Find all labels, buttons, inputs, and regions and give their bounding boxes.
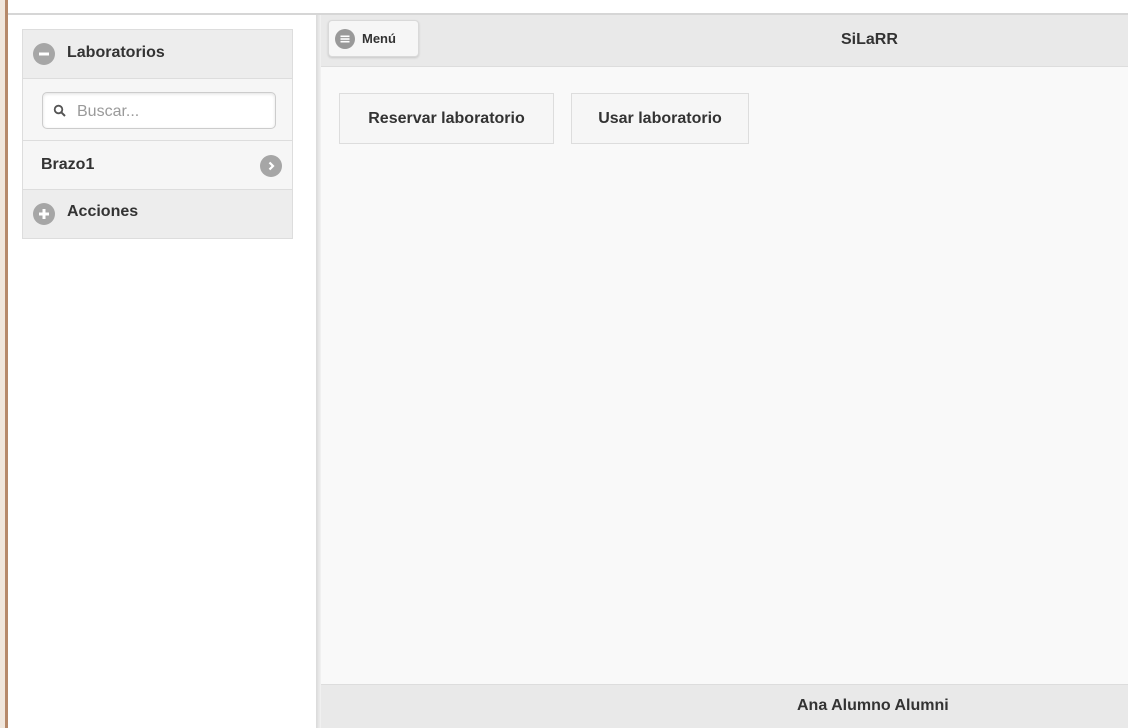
plus-circle-icon [33, 203, 55, 225]
list-item-label: Brazo1 [41, 156, 95, 173]
chevron-right-icon [260, 155, 282, 177]
use-laboratory-button[interactable]: Usar laboratorio [571, 93, 749, 144]
actions-collapsible-header[interactable]: Acciones [23, 190, 292, 238]
user-name: Ana Alumno Alumni [797, 697, 949, 714]
page-title: SiLaRR [841, 31, 898, 48]
search-icon [53, 104, 66, 117]
app-header: Menú SiLaRR [321, 15, 1128, 67]
search-row [23, 79, 292, 141]
laboratories-header-label: Laboratorios [67, 44, 165, 61]
laboratories-listview: Laboratorios Brazo1 Acciones [22, 29, 293, 239]
hamburger-menu-icon [335, 29, 355, 49]
laboratories-collapsible-header[interactable]: Laboratorios [23, 30, 292, 79]
search-box[interactable] [42, 92, 276, 129]
actions-header-label: Acciones [67, 203, 139, 220]
main-content: Reservar laboratorio Usar laboratorio [321, 67, 1128, 684]
window-left-edge [0, 0, 8, 728]
search-input[interactable] [75, 100, 269, 124]
list-item-brazo1[interactable]: Brazo1 [23, 141, 292, 190]
menu-button-label: Menú [362, 31, 396, 46]
menu-button[interactable]: Menú [328, 20, 419, 57]
window-top-edge [8, 0, 1128, 15]
reserve-laboratory-button[interactable]: Reservar laboratorio [339, 93, 554, 144]
minus-circle-icon [33, 43, 55, 65]
app-footer: Ana Alumno Alumni [321, 684, 1128, 728]
